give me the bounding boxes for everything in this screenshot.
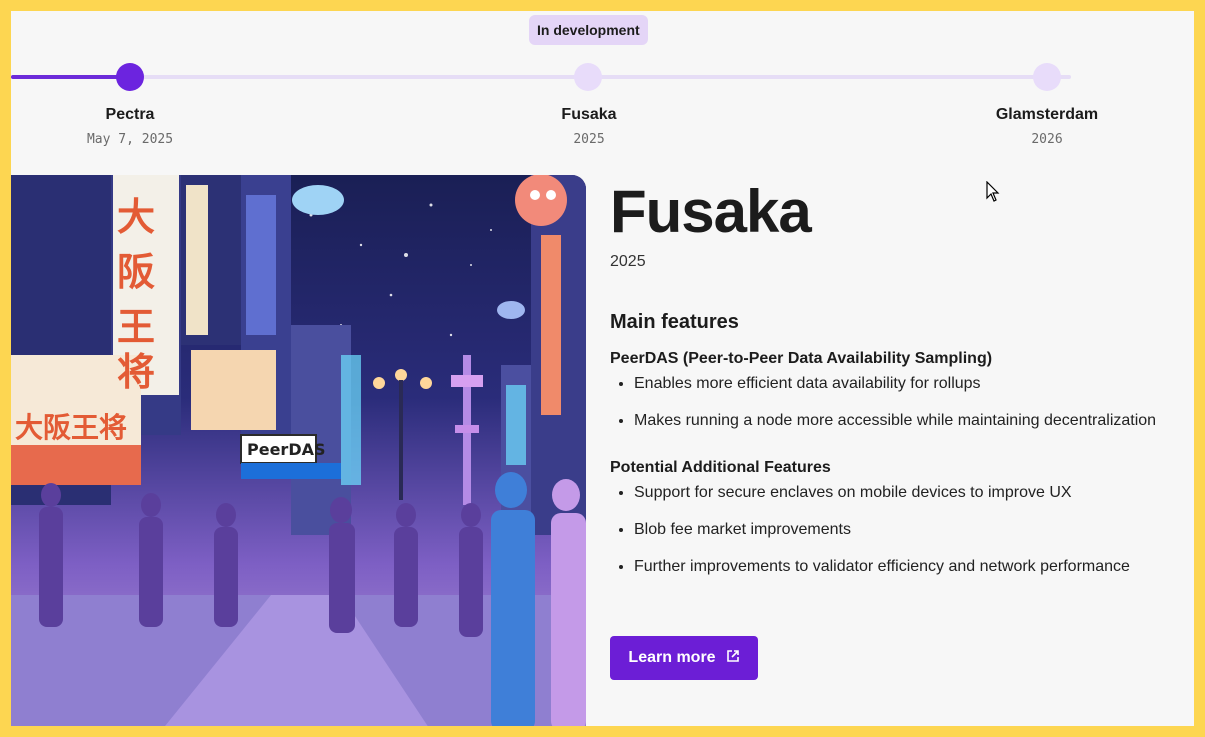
osaka-street-scene: 大 阪 王 将 大阪王将 PeerDAS [11, 175, 586, 726]
kanji-shop-sign: 大阪王将 [15, 411, 127, 444]
stage-date: 2026 [1031, 132, 1063, 147]
learn-more-button[interactable]: Learn more [610, 636, 758, 680]
stage-date: May 7, 2025 [86, 132, 174, 147]
in-development-badge: In development [529, 15, 648, 45]
stage-name: Pectra [105, 106, 155, 123]
main-features-heading: Main features [610, 311, 739, 333]
upgrade-details: Fusaka 2025 Main features PeerDAS (Peer-… [610, 179, 1194, 594]
upgrade-year: 2025 [610, 253, 646, 270]
feature-item: Support for secure enclaves on mobile de… [634, 483, 1194, 503]
kanji-sign-char: 大 [117, 195, 155, 239]
feature-list: Enables more efficient data availability… [610, 374, 1194, 431]
feature-list: Support for secure enclaves on mobile de… [610, 483, 1194, 577]
kanji-sign-char: 阪 [117, 250, 155, 294]
stage-name: Fusaka [561, 106, 617, 123]
learn-more-label: Learn more [628, 649, 716, 666]
timeline-dot-pectra[interactable] [116, 63, 144, 91]
feature-item: Makes running a node more accessible whi… [634, 411, 1194, 431]
page-frame: In development Pectra May 7, 2025 Fusaka… [11, 11, 1194, 726]
stage-name: Glamsterdam [995, 106, 1099, 123]
feature-item: Enables more efficient data availability… [634, 374, 1194, 394]
kanji-sign-char: 将 [117, 350, 155, 394]
timeline-stage-pectra[interactable]: Pectra May 7, 2025 [30, 106, 230, 147]
fusaka-illustration: 大 阪 王 将 大阪王将 PeerDAS [11, 175, 586, 726]
feature-item: Further improvements to validator effici… [634, 557, 1194, 577]
feature-item: Blob fee market improvements [634, 520, 1194, 540]
peerdas-sign: PeerDAS [247, 440, 326, 459]
timeline-stage-fusaka[interactable]: Fusaka 2025 [489, 106, 689, 147]
timeline-progress [11, 75, 131, 79]
timeline-stage-glamsterdam[interactable]: Glamsterdam 2026 [947, 106, 1147, 147]
mouse-pointer-icon [986, 180, 1000, 208]
kanji-sign-char: 王 [117, 305, 155, 349]
stage-date: 2025 [573, 132, 605, 147]
feature-group-heading: Potential Additional Features [610, 459, 831, 476]
timeline-dot-fusaka[interactable] [574, 63, 602, 91]
external-link-icon [726, 649, 740, 668]
feature-group-heading: PeerDAS (Peer-to-Peer Data Availability … [610, 350, 993, 367]
timeline-track [11, 75, 1071, 79]
upgrade-title: Fusaka [610, 178, 812, 245]
timeline-dot-glamsterdam[interactable] [1033, 63, 1061, 91]
